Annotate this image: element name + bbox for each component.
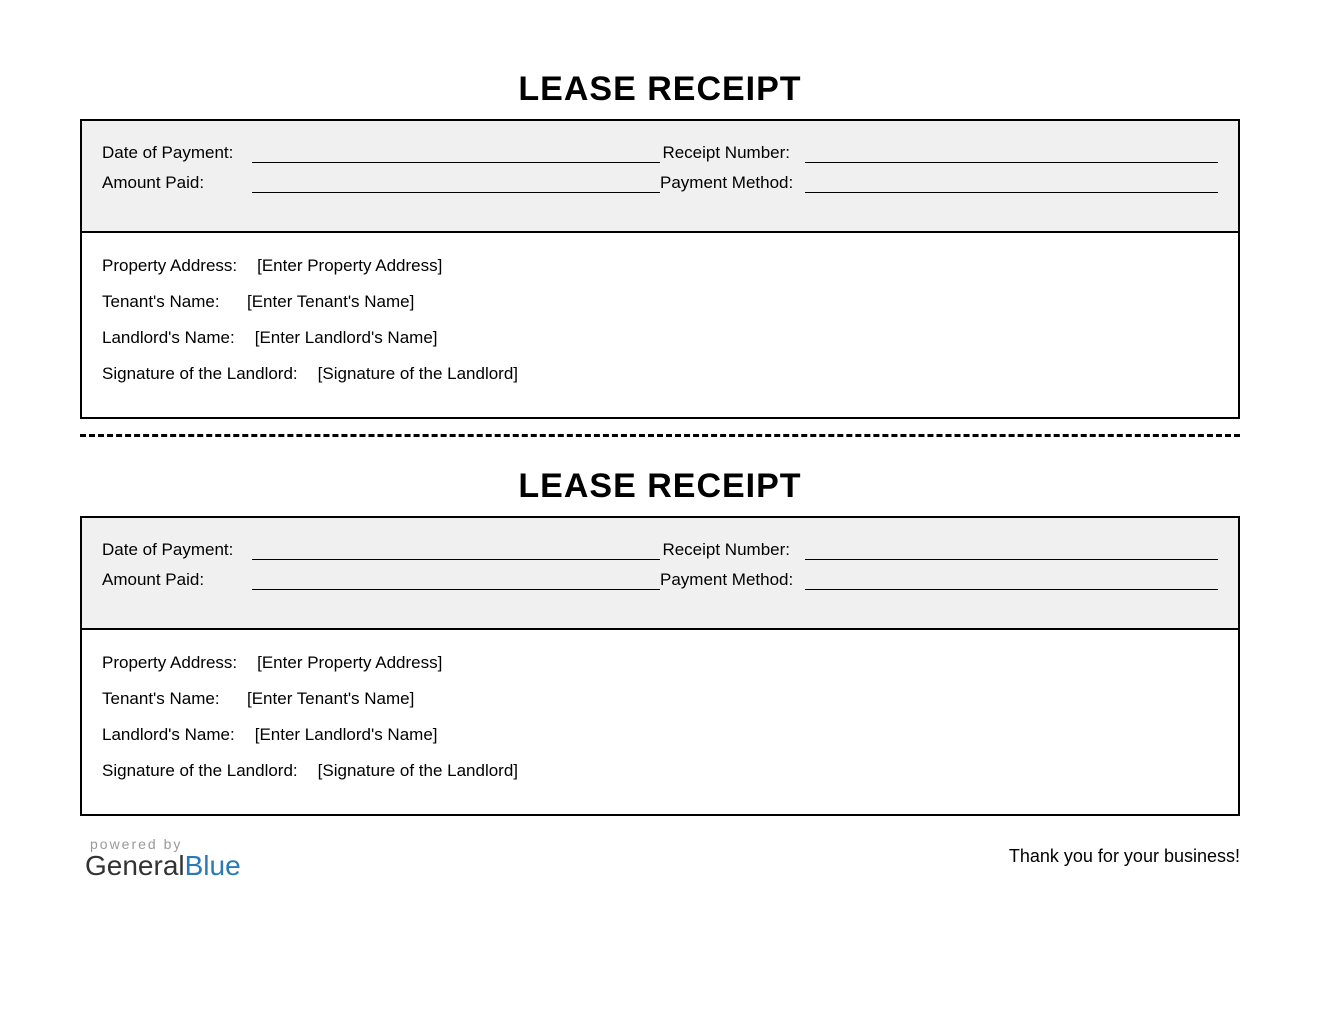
amount-paid-label: Amount Paid: [102,570,252,590]
date-of-payment-label: Date of Payment: [102,540,252,560]
payment-method-label: Payment Method: [660,570,805,590]
property-address-label: Property Address: [102,256,257,276]
date-of-payment-label: Date of Payment: [102,143,252,163]
receipt-number-input[interactable] [805,141,1218,163]
signature-label: Signature of the Landlord: [102,761,318,781]
receipt-title: LEASE RECEIPT [80,70,1240,109]
tear-line [80,434,1240,437]
landlord-name-input[interactable]: [Enter Landlord's Name] [255,328,438,348]
brand-block: powered by GeneralBlue [85,836,241,882]
signature-input[interactable]: [Signature of the Landlord] [318,364,518,384]
date-of-payment-input[interactable] [252,538,660,560]
date-of-payment-input[interactable] [252,141,660,163]
tenant-name-input[interactable]: [Enter Tenant's Name] [247,689,414,709]
receipt-title: LEASE RECEIPT [80,467,1240,506]
payment-section: Date of Payment: Receipt Number: Amount … [82,518,1238,630]
receipt-number-input[interactable] [805,538,1218,560]
receipt-number-label: Receipt Number: [660,143,805,163]
tenant-name-label: Tenant's Name: [102,689,247,709]
receipt-number-label: Receipt Number: [660,540,805,560]
property-address-input[interactable]: [Enter Property Address] [257,653,442,673]
tenant-name-input[interactable]: [Enter Tenant's Name] [247,292,414,312]
thank-you-text: Thank you for your business! [1009,836,1240,867]
brand-general: General [85,850,185,881]
lease-receipt-page: LEASE RECEIPT Date of Payment: Receipt N… [0,0,1320,882]
signature-input[interactable]: [Signature of the Landlord] [318,761,518,781]
property-address-label: Property Address: [102,653,257,673]
footer: powered by GeneralBlue Thank you for you… [80,831,1240,882]
brand-blue: Blue [185,850,241,881]
brand-logo: GeneralBlue [85,850,241,882]
tenant-name-label: Tenant's Name: [102,292,247,312]
signature-label: Signature of the Landlord: [102,364,318,384]
amount-paid-input[interactable] [252,568,660,590]
amount-paid-label: Amount Paid: [102,173,252,193]
landlord-name-input[interactable]: [Enter Landlord's Name] [255,725,438,745]
landlord-name-label: Landlord's Name: [102,725,255,745]
amount-paid-input[interactable] [252,171,660,193]
property-address-input[interactable]: [Enter Property Address] [257,256,442,276]
payment-method-input[interactable] [805,171,1218,193]
landlord-name-label: Landlord's Name: [102,328,255,348]
payment-section: Date of Payment: Receipt Number: Amount … [82,121,1238,233]
receipt-box: Date of Payment: Receipt Number: Amount … [80,516,1240,816]
receipt-box: Date of Payment: Receipt Number: Amount … [80,119,1240,419]
payment-method-label: Payment Method: [660,173,805,193]
details-section: Property Address: [Enter Property Addres… [82,630,1238,814]
payment-method-input[interactable] [805,568,1218,590]
details-section: Property Address: [Enter Property Addres… [82,233,1238,417]
